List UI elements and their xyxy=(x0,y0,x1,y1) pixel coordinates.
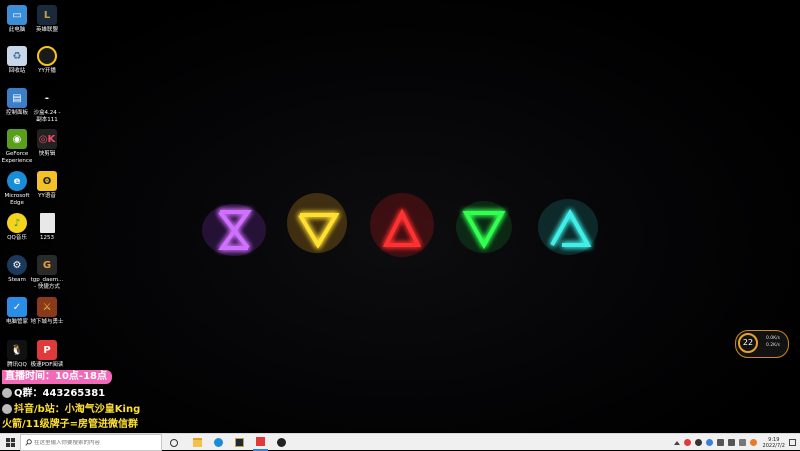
desktop-icon-pc-manager[interactable]: ✓ 电脑管家 xyxy=(0,297,34,326)
clock[interactable]: 9:19 2022/7/2 xyxy=(763,437,785,449)
desktop-icon-edge[interactable]: e Microsoft Edge xyxy=(0,171,34,206)
desktop-icon-qq[interactable]: 🐧 腾讯QQ xyxy=(0,340,34,369)
qq-group: Q群：443265381 xyxy=(2,387,105,401)
desktop-icon-tgp[interactable]: G tgp_daem... - 快捷方式 xyxy=(30,255,64,290)
stream-hours: 直播时间：10点-18点 xyxy=(2,370,112,384)
chevron-up-icon[interactable] xyxy=(673,440,680,445)
desktop-icon-yy-live[interactable]: YY开播 xyxy=(30,46,64,75)
taskbar-search[interactable] xyxy=(20,434,162,451)
geforce-icon: ◉ xyxy=(7,129,27,149)
desktop-icon-dnf[interactable]: ⚔ 地下城与勇士 xyxy=(30,297,64,326)
download-speed: 0.2K/s xyxy=(766,343,780,348)
yy-live-icon xyxy=(37,46,57,66)
lol-button[interactable] xyxy=(232,434,247,451)
neon-triangle-green xyxy=(456,201,512,253)
start-button[interactable] xyxy=(0,434,20,451)
rocket-admin-note: 火箭/11级牌子=房管进微信群 xyxy=(2,419,138,430)
desktop-icon-pdf-reader[interactable]: P 极速PDF阅读 xyxy=(30,340,64,369)
tgp-icon: G xyxy=(37,255,57,275)
tray-app-icon-4[interactable] xyxy=(749,439,757,446)
douyin-badge-icon xyxy=(2,404,12,414)
upload-speed: 0.0K/s xyxy=(766,336,780,341)
edge-icon: e xyxy=(7,171,27,191)
kuaijianji-icon: ◎K xyxy=(37,129,57,149)
tray-app-icon-2[interactable] xyxy=(694,439,702,446)
obs-icon xyxy=(277,438,286,447)
pdf-reader-button[interactable] xyxy=(253,434,268,451)
neon-wallpaper xyxy=(202,193,598,257)
network-icon[interactable] xyxy=(716,439,724,446)
desktop-icon-lol[interactable]: L 英雄联盟 xyxy=(30,5,64,34)
desktop-icon-this-pc[interactable]: ▭ 此电脑 xyxy=(0,5,34,34)
lol-icon xyxy=(235,438,244,447)
desktop-icon-qq-music[interactable]: ♪ QQ音乐 xyxy=(0,213,34,242)
file-icon xyxy=(39,213,55,233)
obs-button[interactable] xyxy=(274,434,289,451)
desktop-icon-control-panel[interactable]: ▤ 控制面板 xyxy=(0,88,34,117)
yy-voice-icon: ʘ xyxy=(37,171,57,191)
steam-icon: ⚙ xyxy=(7,255,27,275)
douyin-bilibili: 抖音/b站：小淘气沙皇King xyxy=(2,403,140,417)
ime-icon[interactable] xyxy=(738,439,746,446)
task-view-icon xyxy=(169,438,178,447)
qq-music-icon: ♪ xyxy=(7,213,27,233)
search-input[interactable] xyxy=(34,439,152,446)
computer-icon: ▭ xyxy=(7,5,27,25)
edge-button[interactable] xyxy=(211,434,226,451)
network-speeds: 0.0K/s 0.2K/s xyxy=(766,335,780,349)
pdf-reader-icon xyxy=(256,437,265,446)
task-view-button[interactable] xyxy=(166,434,181,451)
notification-icon[interactable] xyxy=(789,439,796,446)
qq-icon: 🐧 xyxy=(7,340,27,360)
desktop-icon-yy-voice[interactable]: ʘ YY语音 xyxy=(30,171,64,200)
pc-manager-icon: ✓ xyxy=(7,297,27,317)
desktop-icon-kuaijianji[interactable]: ◎K 快剪辑 xyxy=(30,129,64,158)
neon-triangle-cyan xyxy=(538,199,598,255)
control-panel-icon: ▤ xyxy=(7,88,27,108)
lol-icon: L xyxy=(37,5,57,25)
system-monitor-widget[interactable]: 22 0.0K/s 0.2K/s xyxy=(735,330,789,358)
taskbar: 9:19 2022/7/2 xyxy=(0,433,800,451)
neon-triangle-red xyxy=(370,193,434,257)
desktop-icon-steam[interactable]: ⚙ Steam xyxy=(0,255,34,284)
desktop-icon-shortcut[interactable]: - 沙盒4.24 - 副本111 xyxy=(30,88,64,123)
recycle-bin-icon: ♻ xyxy=(7,46,27,66)
desktop-icon-recycle-bin[interactable]: ♻ 回收站 xyxy=(0,46,34,75)
clock-date: 2022/7/2 xyxy=(762,442,785,449)
cpu-temperature: 22 xyxy=(738,333,758,353)
tray-app-icon-1[interactable] xyxy=(683,439,691,446)
tray-app-icon-3[interactable] xyxy=(705,439,713,446)
system-tray: 9:19 2022/7/2 xyxy=(650,434,800,451)
windows-icon xyxy=(5,438,15,447)
edge-icon xyxy=(214,438,223,447)
stream-overlay: 直播时间：10点-18点 Q群：443265381 抖音/b站：小淘气沙皇Kin… xyxy=(0,368,170,432)
desktop-icon-geforce[interactable]: ◉ GeForce Experience xyxy=(0,129,34,164)
dnf-icon: ⚔ xyxy=(37,297,57,317)
file-explorer-button[interactable] xyxy=(190,434,205,451)
pdf-reader-icon: P xyxy=(37,340,57,360)
qq-badge-icon xyxy=(2,388,12,398)
desktop: ▭ 此电脑 L 英雄联盟 ♻ 回收站 YY开播 ▤ 控制面板 - 沙盒4.24 … xyxy=(0,0,800,433)
search-icon xyxy=(25,439,32,446)
neon-triangle-yellow xyxy=(287,193,347,253)
file-explorer-icon xyxy=(193,438,202,447)
desktop-icon-file-1253[interactable]: 1253 xyxy=(30,213,64,242)
volume-icon[interactable] xyxy=(727,439,735,446)
neon-hourglass-purple xyxy=(202,204,266,256)
shortcut-icon: - xyxy=(44,92,50,104)
